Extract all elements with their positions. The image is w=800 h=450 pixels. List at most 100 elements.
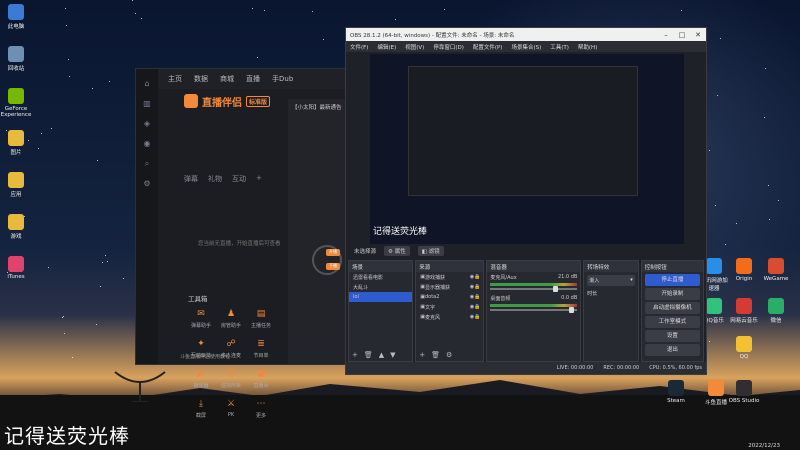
- desktop-icon[interactable]: Origin: [728, 258, 760, 282]
- shop-icon[interactable]: ◈: [142, 119, 152, 129]
- topbar-tab[interactable]: 商城: [220, 74, 234, 84]
- volume-slider[interactable]: [490, 307, 578, 313]
- desktop-icon[interactable]: OBS Studio: [728, 380, 760, 404]
- add-icon[interactable]: +: [352, 351, 358, 359]
- control-button[interactable]: 启动虚拟摄像机: [644, 302, 700, 314]
- desktop-icon[interactable]: GeForce Experience: [0, 88, 32, 118]
- desktop-icon[interactable]: 应用: [0, 172, 32, 198]
- topbar-tab[interactable]: 数据: [194, 74, 208, 84]
- control-button[interactable]: 设置: [644, 330, 700, 342]
- desktop-icon[interactable]: 此电脑: [0, 4, 32, 30]
- source-item[interactable]: ▣ dota2 ◉ 🔒: [416, 292, 483, 302]
- tool-item[interactable]: ▤ 主播任务: [246, 309, 276, 329]
- desktop-icon[interactable]: WeGame: [760, 258, 792, 282]
- scene-item[interactable]: lol: [349, 292, 413, 302]
- search-icon[interactable]: ⌕: [142, 159, 152, 169]
- scene-item[interactable]: 大乱斗: [349, 282, 412, 292]
- close-icon[interactable]: ✕: [690, 31, 706, 39]
- desktop-icon-label: 微信: [770, 318, 782, 324]
- tutorial-link[interactable]: 斗鱼直播伴侣使用教程: [180, 353, 230, 360]
- tool-item[interactable]: ▣ 直播间: [246, 369, 276, 389]
- menu-item[interactable]: 视图(V): [405, 43, 424, 51]
- sources-footer: + 🗑 ⚙: [419, 351, 452, 359]
- desktop-icon[interactable]: 图片: [0, 130, 32, 156]
- subtab-add[interactable]: +: [256, 174, 262, 184]
- trash-icon[interactable]: 🗑: [364, 351, 373, 359]
- news-headline[interactable]: 【小太阳】最新通告: [288, 99, 348, 115]
- desktop-icon[interactable]: 回收站: [0, 46, 32, 72]
- filters-button[interactable]: ◧ 滤镜: [417, 246, 444, 256]
- volume-slider[interactable]: [490, 286, 578, 292]
- lock-icon[interactable]: 🔒: [474, 274, 480, 280]
- trash-icon[interactable]: 🗑: [431, 351, 440, 359]
- settings-icon[interactable]: ⚙: [142, 179, 152, 189]
- control-button[interactable]: 工作室模式: [644, 316, 700, 328]
- home-icon[interactable]: ⌂: [142, 79, 152, 89]
- menu-item[interactable]: 场景集合(S): [511, 43, 541, 51]
- chart-icon[interactable]: ▥: [142, 99, 152, 109]
- tool-item[interactable]: ☺ 虚拟形象: [216, 369, 246, 389]
- menu-item[interactable]: 编辑(E): [377, 43, 396, 51]
- tool-item[interactable]: ▶ 播放器: [186, 369, 216, 389]
- obs-icon: [736, 380, 752, 396]
- lock-icon[interactable]: 🔒: [474, 314, 480, 320]
- maximize-icon[interactable]: □: [674, 31, 690, 39]
- add-icon[interactable]: +: [419, 351, 425, 359]
- menu-item[interactable]: 帮助(H): [578, 43, 597, 51]
- version-badge: 标准版: [246, 95, 271, 107]
- gear-icon[interactable]: ⚙: [446, 351, 452, 359]
- tool-item[interactable]: ⤓ 截屏: [186, 399, 216, 419]
- news-panel: 【小太阳】最新通告: [288, 99, 348, 364]
- desktop-icon[interactable]: Steam: [660, 380, 692, 404]
- wechat-icon: [768, 298, 784, 314]
- star: [61, 317, 63, 319]
- topbar-tab[interactable]: 主页: [168, 74, 182, 84]
- source-item[interactable]: ▣ 显示器捕获 ◉ 🔒: [416, 282, 483, 292]
- slider-handle[interactable]: [568, 307, 574, 313]
- transition-select[interactable]: 渐入 ▾: [587, 275, 635, 286]
- menu-item[interactable]: 配置文件(P): [473, 43, 503, 51]
- obs-window[interactable]: OBS 28.1.2 (64-bit, windows) - 配置文件: 未命名…: [345, 27, 707, 375]
- tool-label: 直播间: [253, 383, 269, 389]
- topbar-tab[interactable]: 手Dub: [272, 74, 293, 84]
- desktop-icon-label: 回收站: [7, 66, 25, 72]
- properties-button[interactable]: ⚙ 属性: [384, 246, 410, 256]
- steam-icon: [668, 380, 684, 396]
- slider-handle[interactable]: [552, 286, 558, 292]
- minimize-icon[interactable]: –: [658, 31, 674, 39]
- subtab[interactable]: 弹幕: [184, 174, 198, 184]
- desktop-icon[interactable]: 微信: [760, 298, 792, 324]
- source-item[interactable]: ▣ 文字 ◉ 🔒: [416, 302, 483, 312]
- stop-live-button[interactable]: 下播: [326, 263, 340, 270]
- menu-item[interactable]: 工具(T): [550, 43, 569, 51]
- live-companion-window[interactable]: ⌂ ▥ ◈ ◉ ⌕ ⚙ 主页 数据 商城 直播 手Dub 直播伴侣 标准版 弹幕…: [135, 68, 348, 419]
- down-icon[interactable]: ▼: [390, 351, 395, 359]
- subtab[interactable]: 互动: [232, 174, 246, 184]
- desktop-icon[interactable]: QQ: [728, 336, 760, 360]
- control-button[interactable]: 开始录制: [644, 288, 700, 300]
- tool-item[interactable]: ✉ 弹幕助手: [186, 309, 216, 329]
- menu-item[interactable]: 停靠窗口(D): [433, 43, 464, 51]
- tool-item[interactable]: ⚔ PK: [216, 399, 246, 419]
- lock-icon[interactable]: 🔒: [474, 304, 480, 310]
- control-button[interactable]: 退出: [644, 344, 700, 356]
- lock-icon[interactable]: 🔒: [474, 284, 480, 290]
- desktop-icon[interactable]: 游戏: [0, 214, 32, 240]
- tool-item[interactable]: ⋯ 更多: [246, 399, 276, 419]
- source-item[interactable]: ▣ 游戏捕获 ◉ 🔒: [416, 272, 483, 282]
- control-button[interactable]: 停止直播: [644, 274, 700, 286]
- tool-item[interactable]: ♟ 房管助手: [216, 309, 246, 329]
- lock-icon[interactable]: 🔒: [474, 294, 480, 300]
- obs-preview[interactable]: 记得送荧光棒: [370, 54, 684, 244]
- topbar-tab[interactable]: 直播: [246, 74, 260, 84]
- desktop-icon[interactable]: iTunes: [0, 256, 32, 280]
- up-icon[interactable]: ▲: [379, 351, 384, 359]
- desktop-icon[interactable]: 网易云音乐: [728, 298, 760, 324]
- tool-item[interactable]: ≣ 节目单: [246, 339, 276, 359]
- broadcast-icon[interactable]: ◉: [142, 139, 152, 149]
- menu-item[interactable]: 文件(F): [350, 43, 368, 51]
- source-item[interactable]: ▣ 麦克风 ◉ 🔒: [416, 312, 483, 322]
- subtab[interactable]: 礼物: [208, 174, 222, 184]
- start-live-button[interactable]: 开播: [326, 249, 340, 256]
- scene-item[interactable]: 迅雷看看电影: [349, 272, 412, 282]
